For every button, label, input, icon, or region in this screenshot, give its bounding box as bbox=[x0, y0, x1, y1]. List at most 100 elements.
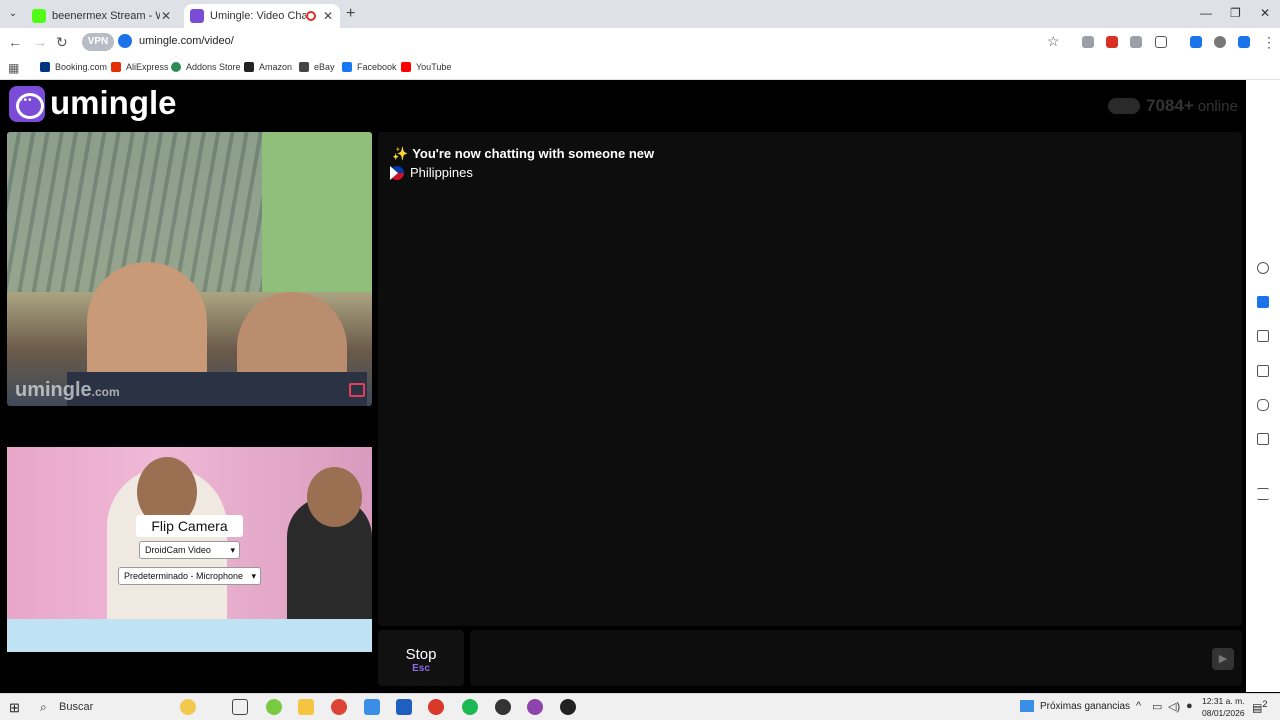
bookmark-booking[interactable]: Booking.com bbox=[40, 62, 107, 72]
browser-toolbar: ← → ↻ VPN umingle.com/video/ ☆ ⋮ bbox=[0, 28, 1280, 56]
gamepad-icon[interactable] bbox=[1257, 399, 1269, 411]
bookmark-star-icon[interactable]: ☆ bbox=[1047, 33, 1060, 50]
news-icon bbox=[1020, 700, 1034, 712]
back-icon[interactable]: ← bbox=[8, 34, 22, 50]
chat-status-message: ✨ You're now chatting with someone new bbox=[392, 146, 655, 161]
forward-icon[interactable]: → bbox=[33, 34, 47, 50]
bookmark-facebook[interactable]: Facebook bbox=[342, 62, 397, 72]
screen: ⌄ beenermex Stream - Watch Liv ✕ Umingle… bbox=[0, 0, 1280, 720]
reload-icon[interactable]: ↻ bbox=[56, 34, 68, 51]
restore-icon[interactable]: ❐ bbox=[1230, 6, 1241, 20]
apps-grid-icon[interactable]: ▦ bbox=[8, 61, 19, 75]
calculator-icon[interactable] bbox=[1257, 330, 1269, 342]
new-tab-button[interactable]: + bbox=[346, 5, 355, 23]
copilot-icon[interactable] bbox=[180, 699, 196, 715]
tab-umingle[interactable]: Umingle: Video Chat with S ✕ bbox=[184, 4, 340, 28]
notification-center-icon[interactable]: ▤2 bbox=[1252, 699, 1268, 715]
bookmark-amazon[interactable]: Amazon bbox=[244, 62, 292, 72]
taskbar-search-label: Buscar bbox=[59, 701, 94, 713]
report-flag-icon[interactable] bbox=[349, 383, 365, 397]
recording-icon bbox=[306, 11, 316, 21]
app-purple-icon[interactable] bbox=[527, 699, 543, 715]
tab-search-icon[interactable]: ⌄ bbox=[6, 7, 20, 21]
tab-kick-stream[interactable]: beenermex Stream - Watch Liv ✕ bbox=[26, 4, 178, 28]
app-blue-icon[interactable] bbox=[364, 699, 380, 715]
stop-shortcut-key: Esc bbox=[412, 663, 430, 674]
outlook-icon[interactable] bbox=[396, 699, 412, 715]
minimize-icon[interactable]: — bbox=[1200, 6, 1212, 20]
remote-video: umingle.com bbox=[7, 132, 372, 406]
volume-icon[interactable]: ◁) bbox=[1168, 700, 1180, 713]
tab-close-icon[interactable]: ✕ bbox=[160, 9, 172, 23]
browser-side-panel bbox=[1246, 80, 1280, 692]
message-input[interactable]: ▶ bbox=[470, 630, 1242, 686]
bookmark-ebay[interactable]: eBay bbox=[299, 62, 335, 72]
search-lens-icon[interactable] bbox=[1257, 262, 1269, 274]
bookmark-youtube[interactable]: YouTube bbox=[401, 62, 451, 72]
camera-select[interactable]: DroidCam Video bbox=[139, 541, 240, 559]
settings-sliders-icon[interactable] bbox=[1257, 488, 1269, 500]
app-red-icon[interactable] bbox=[428, 699, 444, 715]
local-person-right-head bbox=[307, 467, 362, 527]
windows-start-icon[interactable]: ⊞ bbox=[9, 700, 20, 716]
sparkles-icon: ✨ bbox=[392, 146, 409, 161]
online-count: 7084+ bbox=[1146, 96, 1194, 115]
task-view-icon[interactable] bbox=[232, 699, 248, 715]
microphone-select[interactable]: Predeterminado - Microphone bbox=[118, 567, 261, 585]
app-dark-icon[interactable] bbox=[560, 699, 576, 715]
theme-toggle[interactable] bbox=[1108, 98, 1140, 114]
chat-country: Philippines bbox=[390, 165, 473, 180]
ebay-icon bbox=[299, 62, 309, 72]
bookmark-aliexpress[interactable]: AliExpress bbox=[111, 62, 169, 72]
bookmark-addons-store[interactable]: Addons Store bbox=[171, 62, 241, 72]
umingle-favicon-icon bbox=[190, 9, 204, 23]
stop-button[interactable]: Stop Esc bbox=[378, 630, 464, 686]
tab-close-icon[interactable]: ✕ bbox=[322, 9, 334, 23]
amazon-icon bbox=[244, 62, 254, 72]
umingle-logo-text[interactable]: umingle bbox=[50, 84, 177, 122]
site-info-icon[interactable] bbox=[118, 34, 132, 48]
browser-tab-strip: ⌄ beenermex Stream - Watch Liv ✕ Umingle… bbox=[0, 0, 1280, 28]
address-bar[interactable]: umingle.com/video/ bbox=[139, 35, 234, 47]
stop-button-label: Stop bbox=[405, 646, 437, 663]
edit-icon[interactable] bbox=[1257, 365, 1269, 377]
clock-time: 12:31 a. m. bbox=[1202, 696, 1245, 706]
chrome-icon[interactable] bbox=[331, 699, 347, 715]
close-window-icon[interactable]: ✕ bbox=[1260, 6, 1270, 20]
remote-video-wall bbox=[262, 132, 372, 292]
video-watermark: umingle.com bbox=[15, 379, 120, 401]
kick-favicon-icon bbox=[32, 9, 46, 23]
microphone-icon[interactable]: ● bbox=[1186, 700, 1193, 712]
send-icon[interactable]: ▶ bbox=[1212, 648, 1234, 670]
profile-icon[interactable] bbox=[1214, 36, 1226, 48]
video-extension-icon[interactable] bbox=[1130, 36, 1142, 48]
aliexpress-icon bbox=[111, 62, 121, 72]
tools-icon[interactable] bbox=[1257, 433, 1269, 445]
file-explorer-icon[interactable] bbox=[298, 699, 314, 715]
vpn-badge[interactable]: VPN bbox=[82, 33, 114, 51]
online-indicator: 7084+ online bbox=[1108, 96, 1238, 116]
extension-icon[interactable] bbox=[1082, 36, 1094, 48]
chat-icon[interactable] bbox=[1257, 296, 1269, 308]
network-icon[interactable]: ▭ bbox=[1152, 700, 1162, 713]
online-label: online bbox=[1197, 97, 1238, 115]
addons-store-icon bbox=[171, 62, 181, 72]
security-extension-icon[interactable] bbox=[1238, 36, 1250, 48]
extensions-puzzle-icon[interactable] bbox=[1155, 36, 1167, 48]
flip-camera-button[interactable]: Flip Camera bbox=[136, 515, 243, 537]
spotify-icon[interactable] bbox=[462, 699, 478, 715]
news-widget[interactable]: Próximas ganancias bbox=[1020, 700, 1130, 712]
app-green-icon[interactable] bbox=[266, 699, 282, 715]
sidebar-toggle-icon[interactable] bbox=[1190, 36, 1202, 48]
umingle-page: umingle 7084+ online umingle.com Flip Ca… bbox=[0, 80, 1246, 692]
umingle-logo-icon[interactable] bbox=[9, 86, 45, 122]
taskbar-clock[interactable]: 12:31 a. m. 08/01/2026 bbox=[1202, 695, 1245, 719]
facebook-icon bbox=[342, 62, 352, 72]
tray-chevron-icon[interactable]: ^ bbox=[1136, 700, 1141, 712]
bookmarks-bar: ▦ Booking.com AliExpress Addons Store Am… bbox=[0, 56, 1280, 80]
obs-icon[interactable] bbox=[495, 699, 511, 715]
menu-kebab-icon[interactable]: ⋮ bbox=[1262, 34, 1276, 51]
local-video-foreground bbox=[7, 619, 372, 652]
shield-extension-icon[interactable] bbox=[1106, 36, 1118, 48]
clock-date: 08/01/2026 bbox=[1202, 708, 1245, 718]
